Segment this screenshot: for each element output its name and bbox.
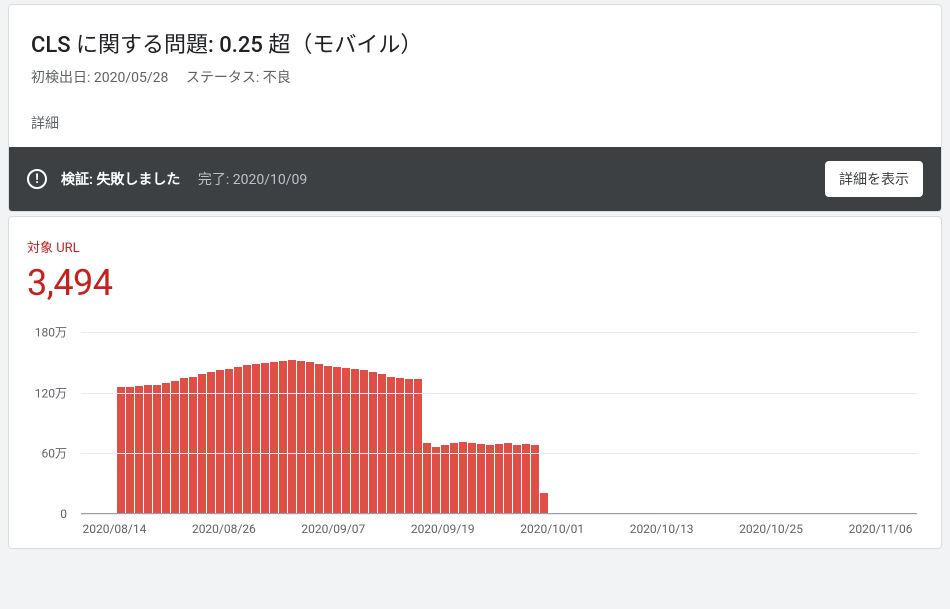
bar: [279, 361, 287, 514]
bar: [486, 445, 494, 514]
bar: [261, 363, 269, 514]
bar: [513, 445, 521, 514]
gridline: [81, 453, 917, 454]
bar: [405, 379, 413, 514]
gridline: [81, 514, 917, 515]
bar: [495, 444, 503, 514]
chart-card: 対象 URL 3,494 060万120万180万 2020/08/142020…: [8, 216, 942, 549]
bar: [198, 374, 206, 514]
bar: [225, 369, 233, 514]
gridline: [81, 393, 917, 394]
validation-text: 検証: 失敗しました 完了: 2020/10/09: [61, 169, 307, 189]
issue-header-card: CLS に関する問題: 0.25 超（モバイル） 初検出日: 2020/05/2…: [8, 4, 942, 212]
bar: [540, 493, 548, 514]
bar: [135, 386, 143, 514]
bar: [162, 383, 170, 514]
validation-label: 検証:: [61, 172, 93, 188]
bar: [144, 385, 152, 514]
completed-label: 完了:: [198, 172, 229, 188]
bar: [270, 362, 278, 514]
bar: [414, 379, 422, 514]
gridline: [81, 332, 917, 333]
x-tick-label: 2020/08/14: [83, 522, 147, 536]
bar: [297, 361, 305, 514]
issue-title: CLS に関する問題: 0.25 超（モバイル）: [31, 27, 919, 59]
x-tick-label: 2020/11/06: [849, 522, 913, 536]
y-tick-label: 180万: [35, 324, 67, 341]
bar: [234, 367, 242, 514]
show-details-button[interactable]: 詳細を表示: [825, 161, 923, 197]
x-tick-label: 2020/10/13: [630, 522, 694, 536]
first-detected-value: 2020/05/28: [94, 70, 169, 86]
issue-subtitle: 初検出日: 2020/05/28 ステータス: 不良: [31, 67, 919, 87]
x-tick-label: 2020/09/07: [301, 522, 365, 536]
y-tick-label: 60万: [42, 445, 68, 462]
bar: [531, 445, 539, 514]
bar: [441, 445, 449, 514]
bar: [387, 377, 395, 515]
bar: [207, 372, 215, 514]
bar: [342, 368, 350, 514]
validation-status-bar: ! 検証: 失敗しました 完了: 2020/10/09 詳細を表示: [9, 147, 941, 211]
bar: [351, 369, 359, 514]
x-axis: 2020/08/14 2020/08/26 2020/09/07 2020/09/19…: [81, 518, 917, 542]
bar: [171, 381, 179, 514]
y-tick-label: 120万: [35, 384, 67, 401]
bar: [522, 444, 530, 514]
validation-result: 失敗しました: [96, 172, 180, 188]
first-detected: 初検出日: 2020/05/28: [31, 70, 172, 86]
x-tick-label: 2020/10/01: [520, 522, 584, 536]
bars-container: [81, 332, 917, 514]
bar: [180, 378, 188, 515]
bar: [324, 366, 332, 514]
bar: [306, 362, 314, 514]
bar: [153, 385, 161, 514]
bar: [252, 364, 260, 514]
alert-icon: !: [27, 169, 47, 189]
kpi-label: 対象 URL: [27, 237, 923, 256]
bar: [432, 447, 440, 514]
kpi-value: 3,494: [27, 262, 923, 304]
bar: [189, 377, 197, 515]
plot-area: [81, 332, 917, 514]
bar: [243, 365, 251, 514]
status-value: 不良: [263, 70, 291, 86]
status: ステータス: 不良: [186, 70, 291, 86]
bar: [126, 387, 134, 514]
bar: [369, 372, 377, 514]
validation-completed: 完了: 2020/10/09: [198, 172, 307, 188]
x-tick-label: 2020/08/26: [192, 522, 256, 536]
bar: [477, 444, 485, 514]
bar: [333, 367, 341, 514]
chart-area: 060万120万180万 2020/08/142020/08/262020/09…: [27, 332, 923, 542]
x-tick-label: 2020/09/19: [411, 522, 475, 536]
y-axis: 060万120万180万: [27, 332, 73, 514]
y-tick-label: 0: [60, 507, 67, 521]
status-label: ステータス:: [186, 70, 259, 86]
details-link[interactable]: 詳細: [31, 113, 919, 133]
bar: [315, 364, 323, 514]
bar: [378, 374, 386, 514]
x-tick-label: 2020/10/25: [739, 522, 803, 536]
bar: [288, 360, 296, 514]
first-detected-label: 初検出日:: [31, 70, 90, 86]
bar: [117, 387, 125, 514]
bar: [396, 378, 404, 515]
completed-value: 2020/10/09: [233, 172, 308, 188]
